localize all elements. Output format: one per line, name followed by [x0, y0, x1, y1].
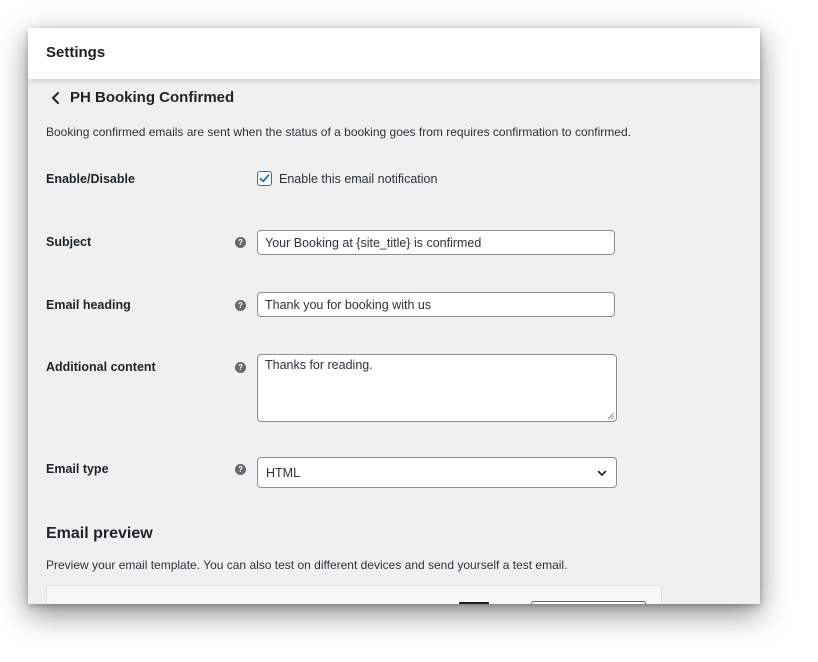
enable-notification-checkbox-row[interactable]: Enable this email notification: [257, 171, 437, 186]
subject-label: Subject: [46, 235, 92, 249]
help-icon[interactable]: ?: [235, 300, 246, 311]
email-preview-description: Preview your email template. You can als…: [46, 558, 568, 572]
help-icon[interactable]: ?: [235, 237, 246, 248]
chevron-down-icon: [597, 470, 607, 476]
preview-action-button[interactable]: [531, 601, 646, 604]
enable-notification-label: Enable this email notification: [279, 171, 438, 186]
back-link[interactable]: PH Booking Confirmed: [48, 89, 234, 106]
resize-grip-icon[interactable]: [607, 412, 615, 420]
email-heading-input[interactable]: [257, 292, 615, 317]
additional-content-label: Additional content: [46, 360, 156, 374]
page-title: PH Booking Confirmed: [70, 89, 235, 106]
additional-content-textarea[interactable]: Thanks for reading.: [257, 354, 617, 422]
settings-window: Settings PH Booking Confirmed Booking co…: [28, 28, 760, 604]
chevron-left-icon: [52, 91, 59, 104]
email-preview-title: Email preview: [46, 525, 153, 542]
help-icon[interactable]: ?: [235, 362, 246, 373]
email-type-value: HTML: [266, 465, 301, 480]
page-header-title: Settings: [46, 44, 106, 61]
top-bar: Settings: [28, 28, 760, 79]
enable-disable-label: Enable/Disable: [46, 172, 135, 186]
page-description: Booking confirmed emails are sent when t…: [46, 125, 631, 139]
email-type-label: Email type: [46, 462, 109, 476]
email-type-select[interactable]: HTML: [257, 457, 617, 488]
preview-toolbar-control[interactable]: [459, 602, 489, 604]
enable-notification-checkbox[interactable]: [257, 171, 272, 186]
checkmark-icon: [259, 174, 270, 183]
subject-input[interactable]: [257, 230, 615, 255]
email-preview-panel: [46, 585, 662, 604]
help-icon[interactable]: ?: [235, 464, 246, 475]
email-heading-label: Email heading: [46, 298, 131, 312]
